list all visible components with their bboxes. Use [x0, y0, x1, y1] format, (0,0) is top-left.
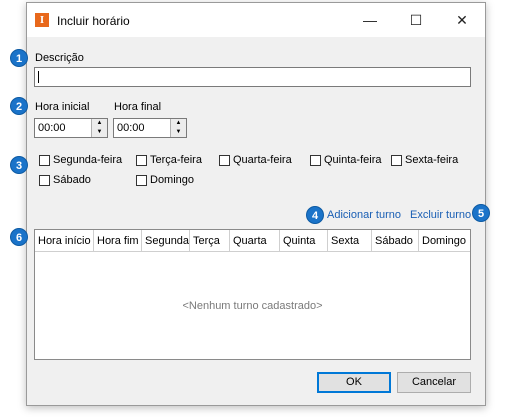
app-icon: I	[35, 13, 49, 27]
title-bar: I Incluir horário — ☐ ✕	[27, 3, 485, 37]
hora-final-label: Hora final	[114, 101, 162, 113]
minimize-button[interactable]: —	[347, 3, 393, 37]
hora-inicial-down-button[interactable]: ▼	[92, 128, 107, 137]
text-caret	[38, 71, 39, 83]
checkbox-label: Quarta-feira	[233, 154, 292, 167]
annotation-badge-6: 6	[10, 228, 28, 246]
checkbox-box[interactable]	[39, 154, 50, 166]
checkbox-label: Terça-feira	[150, 154, 202, 167]
add-turn-link[interactable]: Adicionar turno	[327, 209, 401, 221]
column-header[interactable]: Quarta	[230, 230, 280, 252]
hora-inicial-value: 00:00	[38, 122, 66, 134]
descricao-input[interactable]	[34, 67, 471, 87]
annotation-badge-3: 3	[10, 156, 28, 174]
checkbox-box[interactable]	[136, 174, 147, 186]
ok-button[interactable]: OK	[317, 372, 391, 393]
grid-header: Hora início Hora fim Segunda Terça Quart…	[35, 230, 470, 252]
close-button[interactable]: ✕	[439, 3, 485, 37]
checkbox-sabado[interactable]: Sábado	[39, 174, 91, 188]
turn-grid[interactable]: Hora início Hora fim Segunda Terça Quart…	[34, 229, 471, 360]
column-header[interactable]: Segunda	[142, 230, 190, 252]
column-header[interactable]: Hora fim	[94, 230, 142, 252]
column-header[interactable]: Sexta	[328, 230, 372, 252]
hora-final-value: 00:00	[117, 122, 145, 134]
checkbox-box[interactable]	[136, 154, 147, 166]
descricao-label: Descrição	[35, 52, 84, 64]
column-header[interactable]: Hora início	[35, 230, 94, 252]
checkbox-segunda[interactable]: Segunda-feira	[39, 154, 122, 168]
checkbox-label: Segunda-feira	[53, 154, 123, 167]
checkbox-label: Quinta-feira	[324, 154, 382, 167]
checkbox-box[interactable]	[310, 154, 321, 166]
annotation-badge-2: 2	[10, 97, 28, 115]
column-header[interactable]: Terça	[190, 230, 230, 252]
hora-inicial-label: Hora inicial	[35, 101, 90, 113]
checkbox-label: Domingo	[150, 174, 195, 187]
hora-final-spinner[interactable]: 00:00 ▲ ▼	[113, 118, 187, 138]
annotation-badge-4: 4	[306, 206, 324, 224]
empty-grid-message: <Nenhum turno cadastrado>	[182, 300, 323, 312]
column-header[interactable]: Sábado	[372, 230, 419, 252]
cancel-button[interactable]: Cancelar	[397, 372, 471, 393]
hora-inicial-spinner[interactable]: 00:00 ▲ ▼	[34, 118, 108, 138]
hora-final-down-button[interactable]: ▼	[171, 128, 186, 137]
checkbox-box[interactable]	[391, 154, 402, 166]
column-header[interactable]: Domingo	[419, 230, 470, 252]
annotation-badge-1: 1	[10, 49, 28, 67]
checkbox-box[interactable]	[219, 154, 230, 166]
annotation-badge-5: 5	[472, 204, 490, 222]
checkbox-domingo[interactable]: Domingo	[136, 174, 194, 188]
checkbox-label: Sábado	[53, 174, 91, 187]
window-title: Incluir horário	[57, 14, 130, 28]
checkbox-sexta[interactable]: Sexta-feira	[391, 154, 458, 168]
checkbox-quinta[interactable]: Quinta-feira	[310, 154, 381, 168]
checkbox-box[interactable]	[39, 174, 50, 186]
checkbox-terca[interactable]: Terça-feira	[136, 154, 202, 168]
checkbox-quarta[interactable]: Quarta-feira	[219, 154, 292, 168]
remove-turn-link[interactable]: Excluir turno	[410, 209, 471, 221]
maximize-button[interactable]: ☐	[393, 3, 439, 37]
checkbox-label: Sexta-feira	[405, 154, 459, 167]
column-header[interactable]: Quinta	[280, 230, 328, 252]
